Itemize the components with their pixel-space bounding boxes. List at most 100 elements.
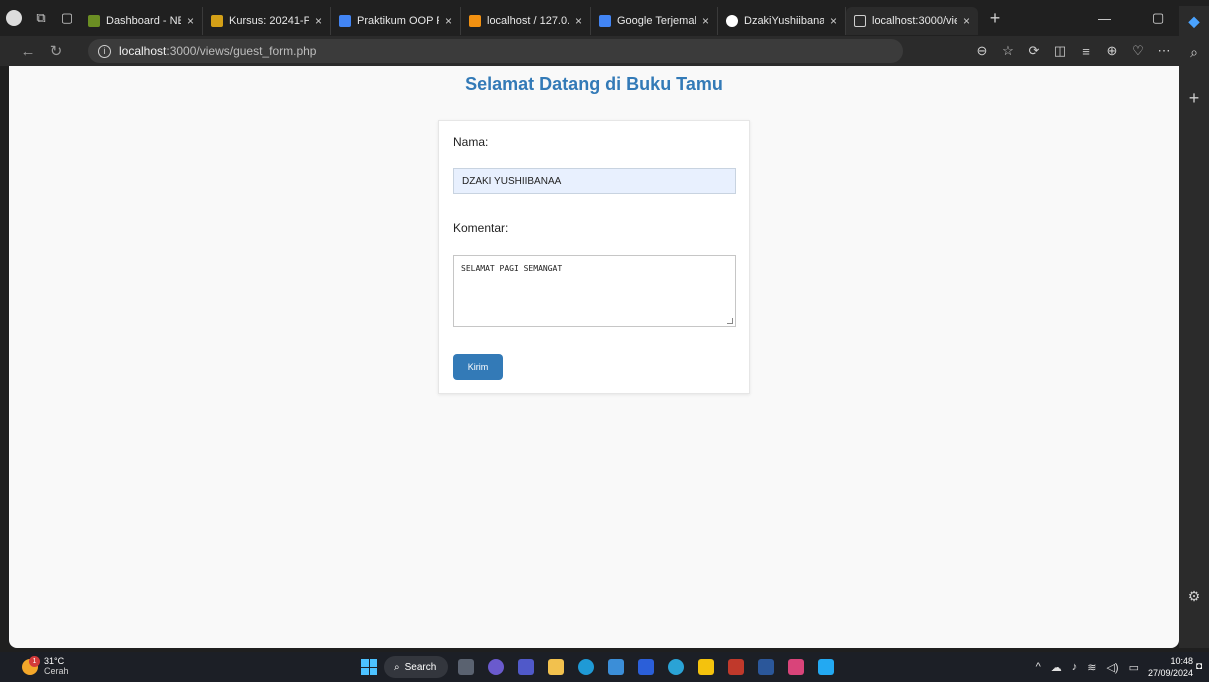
weather-temp: 31°C	[44, 656, 65, 666]
tab-title: localhost / 127.0.0.1	[487, 15, 569, 27]
chevron-up-icon[interactable]: ^	[1036, 661, 1041, 673]
vscode-icon[interactable]	[818, 659, 834, 675]
tab-phpmyadmin[interactable]: localhost / 127.0.0.1 ×	[461, 7, 591, 35]
app-icon[interactable]	[668, 659, 684, 675]
address-bar: ← ↻ i localhost:3000/views/guest_form.ph…	[0, 36, 1209, 66]
comment-text: SELAMAT PAGI SEMANGAT	[461, 264, 563, 273]
taskbar-search[interactable]: ⌕ Search	[384, 656, 448, 678]
tab-kursus[interactable]: Kursus: 20241-Prak. ×	[203, 7, 331, 35]
url-path: :3000/views/guest_form.php	[166, 44, 317, 58]
close-icon[interactable]: ×	[830, 14, 837, 28]
split-screen-icon[interactable]: ◫	[1047, 43, 1073, 59]
close-icon[interactable]: ×	[963, 14, 970, 28]
search-icon[interactable]: ⌕	[1179, 44, 1209, 61]
windows-start-icon[interactable]	[361, 659, 377, 675]
url-field[interactable]: i localhost:3000/views/guest_form.php	[88, 39, 903, 63]
browser-sidebar: ◆ ⌕ + ⚙	[1179, 6, 1209, 648]
page-title: Selamat Datang di Buku Tamu	[465, 74, 723, 94]
tab-actions-icon[interactable]: ▢	[54, 0, 80, 36]
cloud-icon[interactable]: ☁	[1051, 661, 1062, 674]
more-icon[interactable]: ⋯	[1151, 43, 1177, 59]
zoom-icon[interactable]: ⊖	[969, 43, 995, 59]
tab-title: Praktikum OOP PDO	[357, 15, 439, 27]
name-label: Nama:	[453, 135, 489, 149]
profile-avatar[interactable]	[6, 10, 22, 26]
weather-condition: Cerah	[44, 666, 69, 676]
favorites-icon[interactable]: ≡	[1073, 44, 1099, 59]
close-icon[interactable]: ×	[702, 14, 709, 28]
tab-title: Kursus: 20241-Prak.	[229, 15, 309, 27]
site-info-icon[interactable]: i	[98, 44, 111, 58]
tab-title: Google Terjemahan	[617, 15, 696, 27]
dropbox-icon[interactable]	[638, 659, 654, 675]
tab-title: DzakiYushiibanaa/P	[744, 15, 824, 27]
favorite-star-icon[interactable]: ☆	[995, 43, 1021, 59]
clock[interactable]: 10:48 27/09/2024	[1148, 655, 1193, 679]
resize-handle-icon[interactable]	[727, 318, 733, 324]
app-icon[interactable]	[788, 659, 804, 675]
copilot-icon[interactable]: ◆	[1179, 6, 1209, 36]
browser-essentials-icon[interactable]: ♡	[1125, 43, 1151, 59]
close-icon[interactable]: ×	[445, 14, 452, 28]
tab-google-translate[interactable]: Google Terjemahan ×	[591, 7, 718, 35]
tab-favicon	[599, 15, 611, 27]
comment-label: Komentar:	[453, 221, 509, 235]
weather-sun-icon: 1	[22, 656, 40, 675]
tab-title: Dashboard - NEO SI	[106, 15, 181, 27]
volume-icon[interactable]: ◁)	[1106, 661, 1118, 674]
microphone-icon[interactable]: ♪	[1072, 661, 1078, 673]
tab-favicon	[88, 15, 100, 27]
clock-time: 10:48	[1170, 656, 1193, 666]
notification-badge: 1	[29, 656, 40, 667]
minimize-button[interactable]: —	[1098, 0, 1111, 36]
notification-bell-icon[interactable]: ◘	[1196, 661, 1207, 672]
copilot-taskbar-icon[interactable]	[488, 659, 504, 675]
comment-textarea[interactable]: SELAMAT PAGI SEMANGAT	[453, 255, 736, 327]
tab-strip: ⧉ ▢ Dashboard - NEO SI × Kursus: 20241-P…	[0, 0, 1209, 36]
close-icon[interactable]: ×	[575, 14, 582, 28]
task-view-icon[interactable]	[458, 659, 474, 675]
close-icon[interactable]: ×	[187, 14, 194, 28]
voicemeeter-icon[interactable]	[728, 659, 744, 675]
sticky-notes-icon[interactable]	[698, 659, 714, 675]
add-sidebar-app-icon[interactable]: +	[1179, 88, 1209, 109]
clock-date: 27/09/2024	[1147, 668, 1193, 678]
search-label: Search	[404, 661, 437, 673]
collections-icon[interactable]: ⊕	[1099, 43, 1125, 59]
file-explorer-icon[interactable]	[548, 659, 564, 675]
tab-favicon	[339, 15, 351, 27]
word-icon[interactable]	[758, 659, 774, 675]
search-icon: ⌕	[394, 661, 400, 673]
wifi-icon[interactable]: ≋	[1087, 661, 1096, 674]
name-input[interactable]: DZAKI YUSHIIBANAA	[453, 168, 736, 194]
tab-favicon	[469, 15, 481, 27]
page-viewport: Selamat Datang di Buku Tamu Nama: DZAKI …	[9, 66, 1179, 648]
weather-widget[interactable]: 1 31°C Cerah	[22, 656, 102, 678]
restore-button[interactable]: ▢	[1152, 0, 1164, 36]
workspaces-icon[interactable]: ⧉	[28, 0, 54, 36]
github-icon	[726, 15, 738, 27]
system-tray: ^ ☁ ♪ ≋ ◁) ▭	[1026, 652, 1139, 682]
teams-icon[interactable]	[518, 659, 534, 675]
extensions-icon[interactable]: ⟳	[1021, 43, 1047, 59]
tab-title: localhost:3000/view	[872, 15, 957, 27]
tab-dashboard[interactable]: Dashboard - NEO SI ×	[80, 7, 203, 35]
tab-favicon	[211, 15, 223, 27]
edge-icon[interactable]	[578, 659, 594, 675]
address-bar-actions: ⊖ ☆ ⟳ ◫ ≡ ⊕ ♡ ⋯	[969, 36, 1177, 66]
tab-guest-form[interactable]: localhost:3000/view ×	[846, 7, 978, 35]
battery-icon[interactable]: ▭	[1129, 661, 1139, 674]
new-tab-button[interactable]: +	[982, 0, 1008, 36]
store-icon[interactable]	[608, 659, 624, 675]
url-host: localhost	[119, 44, 167, 58]
taskbar: 1 31°C Cerah ⌕ Search ^ ☁ ♪ ≋ ◁) ▭ 10:48…	[0, 652, 1209, 682]
sidebar-settings-icon[interactable]: ⚙	[1179, 588, 1209, 605]
tab-praktikum[interactable]: Praktikum OOP PDO ×	[331, 7, 461, 35]
guest-form: Nama: DZAKI YUSHIIBANAA Komentar: SELAMA…	[438, 120, 750, 394]
refresh-icon[interactable]: ↻	[42, 42, 70, 60]
close-icon[interactable]: ×	[315, 14, 322, 28]
submit-button[interactable]: Kirim	[453, 354, 503, 380]
tab-github[interactable]: DzakiYushiibanaa/P ×	[718, 7, 846, 35]
back-icon[interactable]: ←	[14, 43, 42, 60]
page-icon	[854, 15, 866, 27]
